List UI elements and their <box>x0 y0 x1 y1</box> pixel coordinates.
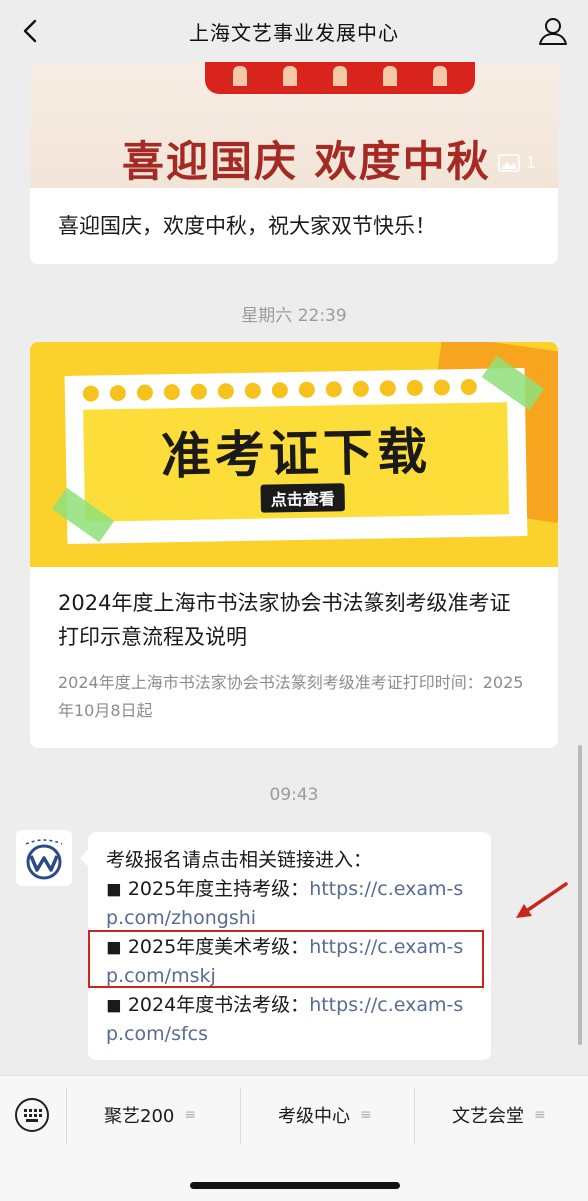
menu-lines-icon: ≡ <box>184 1107 197 1123</box>
menu-item-exam-center[interactable]: 考级中心 ≡ <box>278 1102 372 1128</box>
banner-ticket: 准考证下载 点击查看 <box>64 367 528 545</box>
article-banner-image: 喜迎国庆 欢度中秋 1 <box>30 40 558 188</box>
image-count: 1 <box>525 153 536 172</box>
person-icon <box>539 18 567 45</box>
profile-button[interactable] <box>536 14 570 48</box>
banner-subtitle: 点击查看 <box>260 483 345 513</box>
arrow-annotation-icon <box>516 882 568 918</box>
article-card-festival[interactable]: 喜迎国庆 欢度中秋 1 喜迎国庆，欢度中秋，祝大家双节快乐！ <box>30 40 558 264</box>
bullet: ◼ <box>106 878 122 900</box>
ticket-inner: 准考证下载 点击查看 <box>83 402 510 522</box>
scrollbar[interactable] <box>578 745 582 1045</box>
image-count-badge: 1 <box>498 153 536 172</box>
highlight-annotation-box <box>88 930 484 988</box>
ticket-dots <box>82 378 477 402</box>
item-label: 2024年度书法考级： <box>127 994 310 1016</box>
menu-divider <box>66 1088 67 1144</box>
menu-divider <box>414 1088 415 1144</box>
organization-logo-icon <box>25 839 63 880</box>
article-card-ticket[interactable]: 准考证下载 点击查看 2024年度上海市书法家协会书法篆刻考级准考证打印示意流程… <box>30 342 558 748</box>
banner-text: 喜迎国庆 欢度中秋 <box>122 137 491 186</box>
home-indicator[interactable] <box>190 1182 400 1189</box>
banner-title: 准考证下载 <box>160 422 432 486</box>
menu-label: 文艺会堂 <box>452 1106 524 1127</box>
menu-label: 考级中心 <box>278 1106 350 1127</box>
message-intro: 考级报名请点击相关链接进入： <box>106 849 373 871</box>
item-label: 2025年度主持考级： <box>127 878 310 900</box>
article-title: 2024年度上海市书法家协会书法篆刻考级准考证打印示意流程及说明 <box>58 591 511 649</box>
article-caption: 喜迎国庆，欢度中秋，祝大家双节快乐！ <box>58 214 436 238</box>
message-item: ◼ 2024年度书法考级：https://c.exam-sp.com/sfcs <box>106 991 476 1049</box>
chat-header: 上海文艺事业发展中心 <box>0 0 588 62</box>
avatar[interactable] <box>16 830 72 886</box>
menu-item-juyi[interactable]: 聚艺200 ≡ <box>104 1102 196 1128</box>
menu-lines-icon: ≡ <box>360 1107 372 1123</box>
message-item: ◼ 2025年度主持考级：https://c.exam-sp.com/zhong… <box>106 875 476 933</box>
image-icon <box>498 153 520 172</box>
menu-label: 聚艺200 <box>104 1106 175 1127</box>
menu-item-arts-hall[interactable]: 文艺会堂 ≡ <box>452 1102 546 1128</box>
article-banner-image: 准考证下载 点击查看 <box>30 342 558 567</box>
keyboard-toggle-button[interactable] <box>14 1097 50 1133</box>
bullet: ◼ <box>106 994 122 1016</box>
back-button[interactable] <box>14 14 48 48</box>
page-title: 上海文艺事业发展中心 <box>189 20 399 45</box>
keyboard-icon <box>15 1098 49 1132</box>
chevron-left-icon <box>23 19 37 43</box>
menu-divider <box>240 1088 241 1144</box>
article-description: 2024年度上海市书法家协会书法篆刻考级准考证打印时间：2025年10月8日起 <box>58 673 524 720</box>
timestamp: 星期六 22:39 <box>241 306 347 326</box>
timestamp: 09:43 <box>269 785 319 805</box>
menu-lines-icon: ≡ <box>534 1107 546 1123</box>
